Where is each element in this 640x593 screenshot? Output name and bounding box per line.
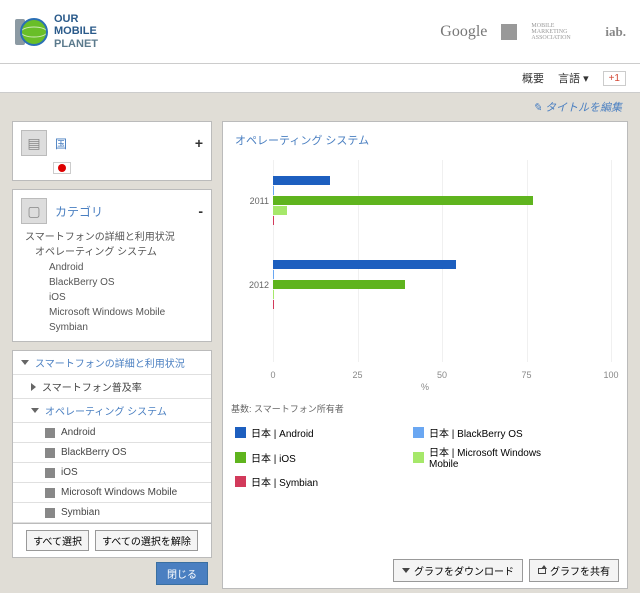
tree-leaf[interactable]: iOS [13, 463, 211, 483]
legend-label: 日本 | Microsoft Windows Mobile [429, 444, 573, 470]
legend: 日本 | Android 日本 | BlackBerry OS 日本 | iOS 日本… [231, 421, 619, 493]
logo-text: OUR MOBILE PLANET [54, 13, 98, 49]
legend-item: 日本 | Android [235, 425, 395, 440]
globe-icon [14, 15, 48, 49]
tree-leaf[interactable]: Symbian [13, 503, 211, 523]
bar [273, 300, 274, 309]
legend-item: 日本 | Microsoft Windows Mobile [413, 444, 573, 470]
x-tick: 0 [270, 370, 275, 380]
cat-item: BlackBerry OS [25, 275, 205, 290]
bar [273, 270, 274, 279]
tree-leaf[interactable]: Microsoft Windows Mobile [13, 483, 211, 503]
tree-node[interactable]: オペレーティング システム [13, 399, 211, 423]
nav-language[interactable]: 言語 ▾ [558, 70, 589, 86]
chart-panel: オペレーティング システム 0 25 50 75 100 2011 2012 % 基数: ス… [222, 121, 628, 589]
swatch-icon [235, 452, 246, 463]
bar [273, 206, 287, 215]
legend-item: 日本 | Symbian [235, 474, 395, 489]
category-tree: スマートフォンの詳細と利用状況 スマートフォン普及率 オペレーティング システム… [12, 350, 212, 524]
selection-buttons: すべて選択 すべての選択を解除 [12, 524, 212, 558]
y-category: 2012 [245, 280, 269, 290]
gplus-button[interactable]: +1 [603, 71, 626, 86]
legend-label: 日本 | Symbian [251, 474, 318, 489]
sidebar: ▤ 国 + ▢ カテゴリ - スマートフォンの詳細と利用状況 オペレーティング … [12, 121, 212, 589]
category-body: スマートフォンの詳細と利用状況 オペレーティング システム Android Bl… [19, 230, 205, 335]
category-label: カテゴリ [55, 203, 103, 220]
share-chart-button[interactable]: グラフを共有 [529, 559, 619, 582]
cat-item: Microsoft Windows Mobile [25, 305, 205, 320]
cat-sub: オペレーティング システム [25, 245, 205, 260]
download-icon [402, 568, 410, 573]
x-axis-label: % [231, 382, 619, 392]
sponsor-google: Google [440, 23, 487, 41]
chevron-right-icon [31, 383, 36, 391]
legend-item: 日本 | iOS [235, 444, 395, 470]
logo: OUR MOBILE PLANET [14, 13, 98, 49]
bar [273, 280, 405, 289]
x-tick: 75 [521, 370, 531, 380]
deselect-all-button[interactable]: すべての選択を解除 [95, 530, 198, 551]
square-icon [45, 468, 55, 478]
bar [273, 290, 274, 299]
tree-node[interactable]: スマートフォン普及率 [13, 375, 211, 399]
legend-label: 日本 | iOS [251, 450, 296, 465]
category-icon: ▢ [21, 198, 47, 224]
chart-action-buttons: グラフをダウンロード グラフを共有 [393, 559, 619, 582]
square-icon [45, 508, 55, 518]
square-icon [45, 428, 55, 438]
bar [273, 196, 533, 205]
legend-label: 日本 | BlackBerry OS [429, 425, 523, 440]
sponsor-mma: MOBILE MARKETING ASSOCIATION [531, 23, 591, 41]
chevron-down-icon [21, 360, 29, 365]
square-icon [501, 24, 517, 40]
select-all-button[interactable]: すべて選択 [26, 530, 89, 551]
square-icon [45, 448, 55, 458]
tree-leaf[interactable]: Android [13, 423, 211, 443]
top-header: OUR MOBILE PLANET Google MOBILE MARKETIN… [0, 0, 640, 64]
sponsors: Google MOBILE MARKETING ASSOCIATION iab. [440, 23, 626, 41]
x-tick: 100 [603, 370, 618, 380]
category-collapse[interactable]: - [198, 203, 203, 219]
x-tick: 50 [437, 370, 447, 380]
category-panel: ▢ カテゴリ - スマートフォンの詳細と利用状況 オペレーティング システム A… [12, 189, 212, 342]
country-expand[interactable]: + [195, 135, 203, 151]
x-tick: 25 [352, 370, 362, 380]
bar [273, 260, 456, 269]
bar [273, 186, 274, 195]
download-chart-button[interactable]: グラフをダウンロード [393, 559, 523, 582]
swatch-icon [413, 427, 424, 438]
sub-header: 概要 言語 ▾ +1 [0, 64, 640, 93]
chart-footnote: 基数: スマートフォン所有者 [231, 402, 619, 415]
cat-item: Symbian [25, 320, 205, 335]
chevron-down-icon [31, 408, 39, 413]
share-icon [538, 568, 546, 574]
sponsor-iab: iab. [605, 24, 626, 40]
legend-label: 日本 | Android [251, 425, 314, 440]
close-button[interactable]: 閉じる [156, 562, 208, 585]
edit-title-link[interactable]: ✎ タイトルを編集 [0, 93, 640, 117]
y-category: 2011 [245, 196, 269, 206]
chart-title: オペレーティング システム [231, 130, 619, 150]
swatch-icon [413, 452, 424, 463]
swatch-icon [235, 427, 246, 438]
square-icon [45, 488, 55, 498]
flag-icon: ▤ [21, 130, 47, 156]
swatch-icon [235, 476, 246, 487]
legend-item: 日本 | BlackBerry OS [413, 425, 573, 440]
bar [273, 176, 330, 185]
cat-item: Android [25, 260, 205, 275]
tree-leaf[interactable]: BlackBerry OS [13, 443, 211, 463]
bar-chart: 025507510020112012 [273, 160, 611, 380]
main: ▤ 国 + ▢ カテゴリ - スマートフォンの詳細と利用状況 オペレーティング … [0, 117, 640, 593]
country-panel: ▤ 国 + [12, 121, 212, 181]
tree-node[interactable]: スマートフォンの詳細と利用状況 [13, 351, 211, 375]
cat-item: iOS [25, 290, 205, 305]
country-label: 国 [55, 135, 67, 152]
bar [273, 216, 274, 225]
nav-overview[interactable]: 概要 [522, 70, 544, 86]
cat-desc: スマートフォンの詳細と利用状況 [25, 230, 205, 245]
japan-flag-icon [53, 162, 71, 174]
